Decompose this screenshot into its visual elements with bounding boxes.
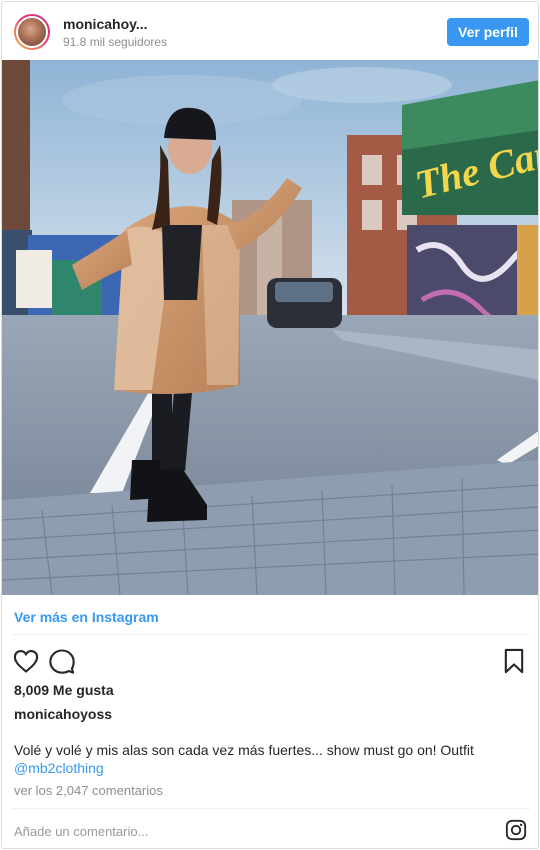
like-count[interactable]: 8,009 Me gusta [14, 682, 114, 698]
post-header: monicahoy... 91.8 mil seguidores Ver per… [2, 2, 538, 60]
divider [12, 808, 530, 809]
view-more-on-instagram-link[interactable]: Ver más en Instagram [14, 609, 159, 625]
avatar-image [16, 16, 48, 48]
street-photo-illustration: The Camd [2, 60, 538, 595]
instagram-icon[interactable] [505, 819, 527, 841]
divider [12, 634, 530, 635]
post-photo[interactable]: The Camd [2, 60, 538, 595]
caption-username[interactable]: monicahoyoss [14, 706, 112, 722]
comment-input[interactable] [14, 821, 454, 841]
caption: Volé y volé y mis alas son cada vez más … [14, 741, 530, 777]
comment-icon[interactable] [48, 647, 76, 675]
view-profile-button[interactable]: Ver perfil [447, 18, 529, 46]
caption-text: Volé y volé y mis alas son cada vez más … [14, 742, 474, 758]
mention-link[interactable]: @mb2clothing [14, 760, 104, 776]
view-comments-link[interactable]: ver los 2,047 comentarios [14, 783, 163, 798]
follower-count: 91.8 mil seguidores [63, 35, 168, 49]
instagram-embed-card: monicahoy... 91.8 mil seguidores Ver per… [1, 1, 539, 849]
comment-row [2, 810, 538, 848]
action-bar [2, 645, 538, 677]
avatar[interactable] [14, 14, 50, 50]
username[interactable]: monicahoy... [63, 16, 148, 32]
bookmark-icon[interactable] [500, 647, 528, 675]
heart-icon[interactable] [12, 647, 40, 675]
